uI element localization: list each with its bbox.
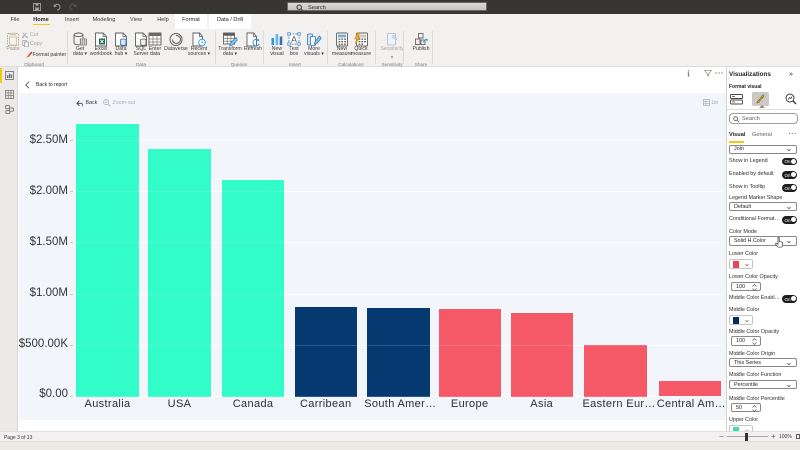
svg-text:A: A — [291, 34, 297, 44]
